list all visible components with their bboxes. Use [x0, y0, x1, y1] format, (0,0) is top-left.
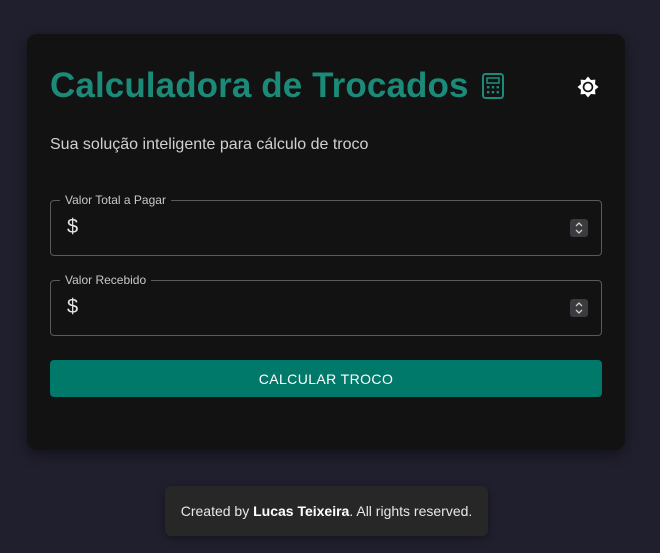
calculator-card: Calculadora de Trocados Sua solução inte: [27, 34, 625, 450]
received-amount-field: Valor Recebido $: [50, 273, 602, 336]
number-spinner[interactable]: [570, 219, 588, 237]
sun-icon: [576, 75, 600, 104]
currency-prefix: $: [67, 296, 79, 318]
footer-author: Lucas Teixeira: [253, 503, 350, 519]
title-row: Calculadora de Trocados: [50, 64, 505, 108]
chevron-up-down-icon: [575, 302, 583, 314]
total-amount-input[interactable]: [87, 211, 561, 247]
received-amount-input[interactable]: [87, 291, 561, 327]
page-title: Calculadora de Trocados: [50, 66, 469, 105]
footer-prefix: Created by: [180, 503, 254, 519]
calculator-icon: [481, 72, 505, 100]
total-amount-field: Valor Total a Pagar $: [50, 193, 602, 256]
number-spinner[interactable]: [570, 299, 588, 317]
received-amount-label: Valor Recebido: [60, 273, 152, 287]
page-subtitle: Sua solução inteligente para cálculo de …: [50, 136, 369, 153]
currency-prefix: $: [67, 216, 79, 238]
calculate-change-button[interactable]: CALCULAR TROCO: [50, 360, 602, 397]
footer-credits: Created by Lucas Teixeira. All rights re…: [165, 486, 488, 536]
theme-toggle-button[interactable]: [571, 72, 605, 106]
total-amount-label: Valor Total a Pagar: [60, 193, 171, 207]
chevron-up-down-icon: [575, 222, 583, 234]
footer-suffix: . All rights reserved.: [349, 503, 473, 519]
